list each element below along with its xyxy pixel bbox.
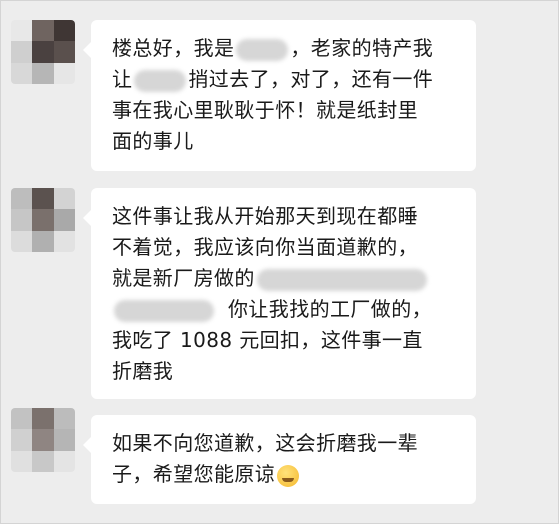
message-line: 就是新厂房做的 [112, 263, 456, 294]
message-bubble[interactable]: 这件事让我从开始那天到现在都睡 不着觉，我应该向你当面道歉的， 就是新厂房做的 … [83, 188, 476, 399]
message-line: 你让我找的工厂做的， [112, 294, 456, 325]
sender-avatar-icon[interactable] [11, 20, 75, 84]
message-line: 不着觉，我应该向你当面道歉的， [112, 235, 418, 259]
message-text: 捎过去了，对了，还有一件 [188, 67, 434, 91]
message-text: 子，希望您能原谅 [112, 462, 276, 486]
message-bubble[interactable]: 楼总好，我是 ，老家的特产我 让 捎过去了，对了，还有一件 事在我心里耿耿于怀！就是… [83, 20, 476, 171]
message-line: 这件事让我从开始那天到现在都睡 [112, 204, 418, 228]
message-line: 让 捎过去了，对了，还有一件 [112, 64, 456, 95]
redacted-text [256, 268, 427, 291]
message-line: 楼总好，我是 ，老家的特产我 [112, 33, 456, 64]
redacted-text [114, 299, 214, 322]
sender-avatar-icon[interactable] [11, 188, 75, 252]
message-text: 让 [112, 67, 133, 91]
message-line: 面的事儿 [112, 129, 194, 153]
message-text: 就是新厂房做的 [112, 266, 255, 290]
redacted-text [134, 69, 187, 92]
message-bubble[interactable]: 如果不向您道歉，这会折磨我一辈 子，希望您能原谅 [83, 415, 476, 504]
crying-laughing-emoji-icon [277, 464, 300, 487]
sender-avatar-icon[interactable] [11, 408, 75, 472]
message-line: 子，希望您能原谅 [112, 459, 456, 490]
message-line: 我吃了 1088 元回扣，这件事一直 [112, 328, 423, 352]
message-line: 事在我心里耿耿于怀！就是纸封里 [112, 98, 418, 122]
message-text: ，老家的特产我 [290, 36, 434, 60]
redacted-text [236, 38, 289, 61]
message-text: 楼总好，我是 [112, 36, 235, 60]
message-line: 折磨我 [112, 359, 174, 383]
message-line: 如果不向您道歉，这会折磨我一辈 [112, 431, 418, 455]
message-text: 你让我找的工厂做的， [228, 297, 432, 321]
